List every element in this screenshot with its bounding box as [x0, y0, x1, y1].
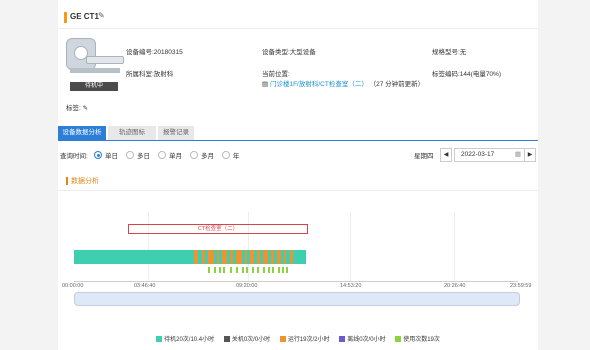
legend-off[interactable]: 关机0次/0小时 — [223, 334, 270, 343]
spec-model: 规格型号:无 — [432, 49, 467, 56]
tab-bar: 设备数据分析 轨迹图标 报警记录 — [58, 126, 538, 141]
location-link[interactable]: 门诊楼1F/放射科/CT检查室（二） — [270, 81, 368, 88]
prev-icon[interactable]: ◀ — [440, 148, 452, 162]
query-filter: 查询时间: 单日 多日 单月 多月 年 星期四 ◀ 2022-03-17 ▦ ▶ — [58, 148, 538, 162]
gridline — [350, 212, 351, 282]
date-value: 2022-03-17 — [461, 151, 495, 158]
radio-multi-month[interactable]: 多月 — [190, 150, 214, 160]
gridline — [248, 212, 249, 282]
tab-analysis[interactable]: 设备数据分析 — [58, 126, 106, 140]
device-card: GE CT1 ✎ 待机中 设备编号:20180315 设备类型:大型设备 规格型… — [58, 0, 538, 350]
tag-edit-icon[interactable]: ✎ — [83, 105, 88, 112]
tab-alarms[interactable]: 报警记录 — [158, 126, 194, 140]
section-divider — [58, 190, 538, 191]
device-no: 设备编号:20180315 — [126, 49, 183, 56]
query-label: 查询时间: — [60, 153, 88, 160]
section-title: 数据分析 — [66, 176, 99, 186]
calendar-icon[interactable]: ▦ — [515, 149, 521, 161]
legend-offline[interactable]: 离线0次/0小时 — [339, 334, 386, 343]
axis-label: 09:20:00 — [236, 283, 258, 289]
weekday-label: 星期四 — [414, 153, 434, 160]
device-title: GE CT1 — [70, 12, 99, 21]
location-icon: ▤ — [262, 81, 270, 88]
location-bar: CT检查室（二） — [128, 224, 308, 234]
title-accent — [64, 12, 67, 23]
axis-label: 23:59:59 — [510, 283, 532, 289]
axis-label: 00:00:00 — [62, 283, 84, 289]
radio-single-month[interactable]: 单月 — [158, 150, 182, 160]
radio-year[interactable]: 年 — [222, 150, 240, 160]
tag-row: 标签: ✎ — [66, 102, 88, 112]
legend: 待机20次/10.4小时 关机0次/0小时 运行19次/2小时 离线0次/0小时… — [58, 334, 538, 343]
device-header: GE CT1 ✎ — [58, 8, 538, 29]
location-updated: （27 分钟前更新） — [369, 81, 425, 88]
gridline — [148, 212, 149, 282]
status-timeline: CT检查室（二） 00:00:00 03:46:40 09:20:00 14:5… — [58, 200, 538, 340]
axis-label: 03:46:40 — [134, 283, 156, 289]
department: 所属科室:放射科 — [126, 71, 174, 78]
axis-label: 14:53:20 — [340, 283, 362, 289]
status-badge: 待机中 — [70, 82, 118, 91]
legend-usage[interactable]: 使用次数19次 — [395, 334, 440, 343]
status-track — [74, 250, 306, 264]
timeline-scrollbar[interactable] — [74, 292, 520, 306]
device-type: 设备类型:大型设备 — [262, 49, 316, 56]
radio-single-day[interactable]: 单日 — [94, 150, 118, 160]
location-row: ▤ 门诊楼1F/放射科/CT检查室（二） （27 分钟前更新） — [262, 78, 424, 88]
tag-no: 标签编码:144(电量70%) — [432, 71, 501, 78]
location-label: 当前位置: — [262, 71, 290, 78]
tag-label: 标签: — [66, 105, 81, 112]
date-input[interactable]: 2022-03-17 ▦ — [454, 148, 526, 162]
tab-track[interactable]: 轨迹图标 — [108, 126, 156, 140]
edit-icon[interactable]: ✎ — [98, 11, 105, 20]
radio-multi-day[interactable]: 多日 — [126, 150, 150, 160]
gridline — [454, 212, 455, 282]
time-axis — [74, 281, 518, 282]
ct-scanner-image — [66, 38, 124, 78]
legend-standby[interactable]: 待机20次/10.4小时 — [156, 334, 214, 343]
axis-label: 20:26:40 — [444, 283, 466, 289]
next-icon[interactable]: ▶ — [524, 148, 536, 162]
legend-running[interactable]: 运行19次/2小时 — [279, 334, 330, 343]
